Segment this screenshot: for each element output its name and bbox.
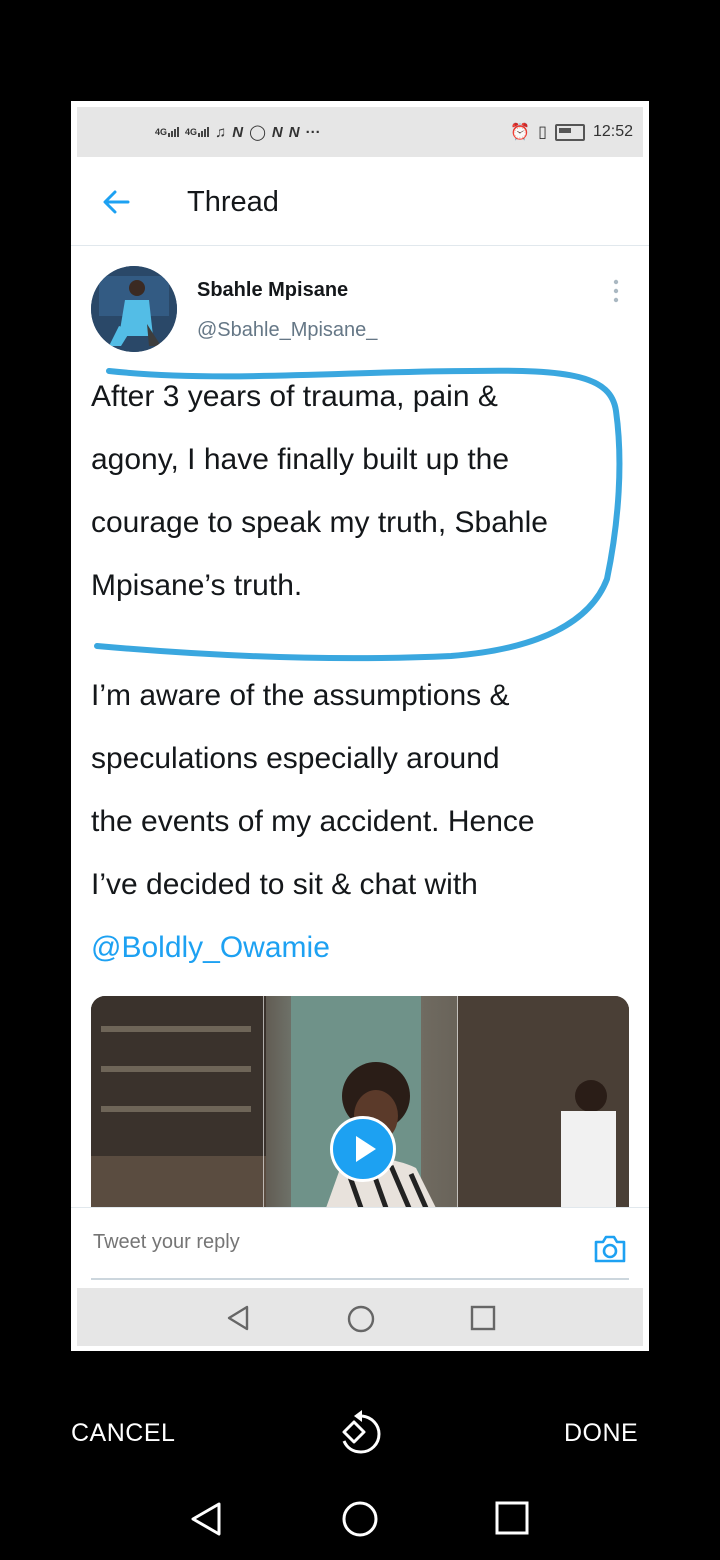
status-left: 4G 4G ♫ N ◯ N N ··· [155, 123, 321, 142]
netflix-icon: N [271, 123, 283, 141]
reply-bar [71, 1207, 649, 1288]
whatsapp-icon: ◯ [249, 124, 266, 141]
mention-link[interactable]: @Boldly_Owamie [91, 916, 330, 979]
reply-underline [91, 1278, 629, 1280]
rotate-icon[interactable] [336, 1408, 384, 1456]
vibrate-icon: ▯ [538, 124, 547, 141]
system-recents-icon[interactable] [494, 1500, 530, 1536]
alarm-icon: ⏰ [510, 124, 531, 141]
status-bar: 4G 4G ♫ N ◯ N N ··· ⏰ ▯ 12:52 [77, 107, 643, 157]
music-note-icon: ♫ [215, 123, 227, 141]
page-title: Thread [187, 186, 279, 218]
tweet-text-paragraph-1: After 3 years of trauma, pain & agony, I… [91, 380, 548, 602]
signal-1-icon: 4G [155, 127, 180, 137]
more-options-icon[interactable] [611, 279, 621, 303]
video-divider [457, 996, 458, 1208]
play-icon[interactable] [330, 1116, 396, 1182]
cancel-button[interactable]: CANCEL [71, 1419, 175, 1448]
recents-square-icon[interactable] [469, 1304, 497, 1332]
netflix-icon: N [288, 123, 300, 141]
avatar-image [91, 266, 177, 352]
more-dots-icon: ··· [305, 123, 321, 141]
screenshot-nav-bar [77, 1288, 643, 1346]
reply-input[interactable] [91, 1230, 575, 1255]
battery-icon [554, 123, 585, 141]
camera-icon[interactable] [593, 1234, 627, 1264]
signal-2-icon: 4G [185, 127, 210, 137]
done-button[interactable]: DONE [564, 1419, 638, 1448]
home-circle-icon[interactable] [346, 1304, 376, 1334]
video-thumbnail[interactable] [91, 996, 629, 1208]
system-home-icon[interactable] [341, 1500, 379, 1538]
author-name[interactable]: Sbahle Mpisane [197, 279, 348, 302]
tweet-text-paragraph-2: I’m aware of the assumptions & speculati… [91, 679, 535, 901]
back-triangle-icon[interactable] [225, 1304, 251, 1332]
thread-header: Thread [71, 157, 649, 246]
status-right: ⏰ ▯ 12:52 [510, 122, 633, 142]
status-time: 12:52 [592, 123, 633, 140]
screenshot-frame: 4G 4G ♫ N ◯ N N ··· ⏰ ▯ 12:52 Thread Sba… [71, 101, 649, 1351]
system-back-icon[interactable] [189, 1500, 223, 1538]
arrow-left-icon[interactable] [101, 187, 131, 217]
netflix-icon: N [232, 123, 244, 141]
author-handle[interactable]: @Sbahle_Mpisane_ [197, 319, 377, 342]
video-divider [263, 996, 264, 1208]
avatar[interactable] [91, 266, 177, 352]
